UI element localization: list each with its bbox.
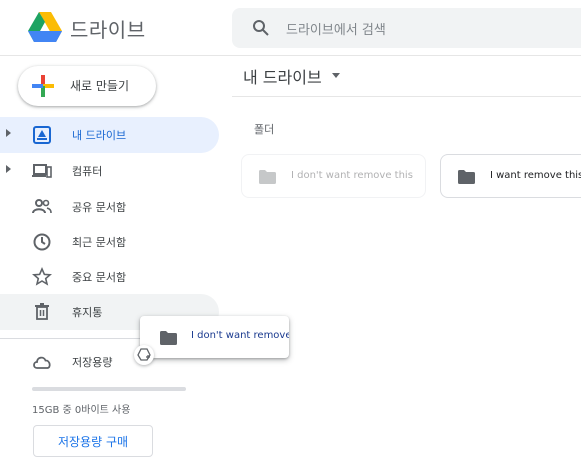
app-title: 드라이브 (70, 18, 146, 42)
sidebar-item-my-drive[interactable]: 내 드라이브 (0, 117, 219, 153)
search-input[interactable]: 드라이브에서 검색 (286, 19, 386, 38)
sidebar-item-computers[interactable]: 컴퓨터 (0, 153, 219, 189)
sidebar-item-label: 내 드라이브 (72, 129, 127, 142)
expand-arrow-icon[interactable] (6, 165, 11, 173)
new-button[interactable]: 새로 만들기 (18, 66, 156, 106)
my-drive-icon (32, 125, 52, 145)
buy-storage-button[interactable]: 저장용량 구매 (33, 425, 153, 457)
sidebar-item-starred[interactable]: 중요 문서함 (0, 259, 219, 295)
clock-icon (32, 232, 52, 252)
buy-storage-label: 저장용량 구매 (57, 435, 129, 449)
cloud-icon (32, 352, 52, 372)
plus-icon (32, 75, 54, 97)
page-title[interactable]: 내 드라이브 (243, 64, 322, 88)
section-label-folders: 폴더 (254, 123, 275, 136)
sidebar-item-recent[interactable]: 최근 문서함 (0, 224, 219, 260)
chevron-down-icon[interactable] (332, 73, 340, 78)
computer-icon (32, 161, 52, 181)
folder-name: I don't want remove (191, 330, 289, 341)
folder-icon (458, 169, 475, 184)
folder-card[interactable]: I want remove this (440, 154, 581, 198)
sidebar-item-label: 컴퓨터 (72, 165, 103, 178)
folder-name: I don't want remove this (291, 170, 413, 181)
search-icon[interactable] (252, 19, 270, 37)
drive-logo-icon[interactable] (28, 12, 62, 42)
move-cursor-icon (134, 345, 154, 365)
star-icon (32, 267, 52, 287)
new-button-label: 새로 만들기 (70, 79, 130, 93)
expand-arrow-icon[interactable] (6, 129, 11, 137)
trash-icon (32, 302, 52, 322)
search-bar[interactable]: 드라이브에서 검색 (232, 8, 581, 48)
storage-progress-bar (32, 387, 186, 391)
storage-usage-text: 15GB 중 0바이트 사용 (32, 405, 131, 416)
folder-card[interactable]: I don't want remove this (241, 154, 426, 198)
sidebar-item-label: 휴지통 (72, 306, 103, 319)
sidebar-item-label: 저장용량 (72, 356, 113, 369)
folder-icon (160, 330, 177, 345)
top-bar: 드라이브 드라이브에서 검색 (0, 0, 581, 56)
main-divider (232, 96, 581, 97)
sidebar-item-shared[interactable]: 공유 문서함 (0, 189, 219, 225)
folder-name: I want remove this (490, 170, 581, 181)
sidebar-item-label: 공유 문서함 (72, 201, 127, 214)
sidebar-item-label: 중요 문서함 (72, 271, 127, 284)
sidebar-item-label: 최근 문서함 (72, 236, 127, 249)
folder-icon (259, 169, 276, 184)
shared-people-icon (32, 197, 52, 217)
drag-ghost-folder: I don't want remove (140, 316, 289, 358)
